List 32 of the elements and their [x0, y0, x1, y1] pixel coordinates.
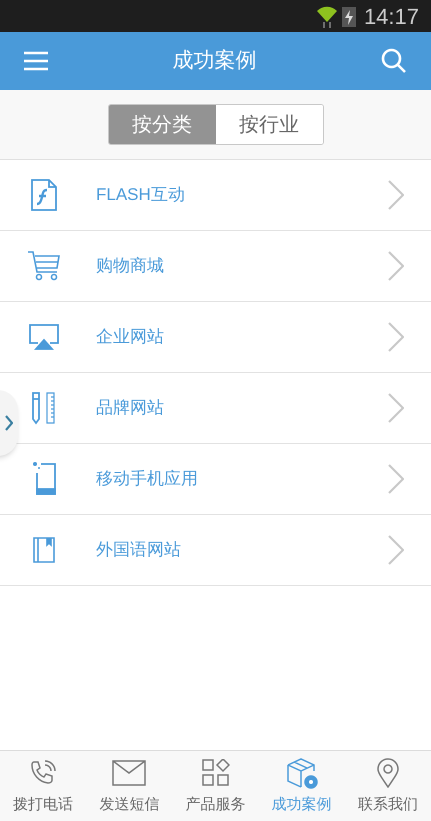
status-time: 14:17: [364, 2, 419, 30]
envelope-icon: [112, 760, 146, 786]
nav-tab[interactable]: 联系我们: [344, 751, 431, 821]
menu-icon: [24, 51, 48, 71]
chevron-right-icon: [388, 251, 404, 281]
chevron-right-icon: [5, 415, 13, 431]
page-title: 成功案例: [172, 48, 256, 74]
chevron-right-icon: [388, 322, 404, 352]
cart-icon: [27, 250, 61, 282]
box-gear-icon: [286, 756, 318, 789]
nav-tab[interactable]: 成功案例: [258, 751, 345, 821]
monitor-icon: [28, 323, 60, 351]
nav-tab[interactable]: 产品服务: [172, 751, 259, 821]
search-icon: [381, 48, 407, 74]
menu-button[interactable]: [24, 51, 48, 71]
chevron-right-icon: [388, 464, 404, 494]
chevron-right-icon: [388, 393, 404, 423]
document-icon: [30, 178, 58, 212]
phone-icon: [31, 461, 57, 497]
grid-icon: [202, 758, 230, 787]
battery-icon: [342, 5, 356, 27]
nav-tab[interactable]: 拨打电话: [0, 751, 86, 821]
segment-tab[interactable]: 按行业: [216, 105, 322, 144]
wifi-icon: [316, 4, 338, 28]
book-icon: [32, 536, 56, 564]
chevron-right-icon: [388, 535, 404, 565]
nav-tab[interactable]: 发送短信: [86, 751, 172, 821]
segment-tab[interactable]: 按分类: [108, 105, 216, 144]
chevron-right-icon: [388, 180, 404, 210]
location-pin-icon: [376, 758, 400, 788]
pencil-ruler-icon: [31, 391, 57, 425]
search-button[interactable]: [381, 48, 407, 74]
